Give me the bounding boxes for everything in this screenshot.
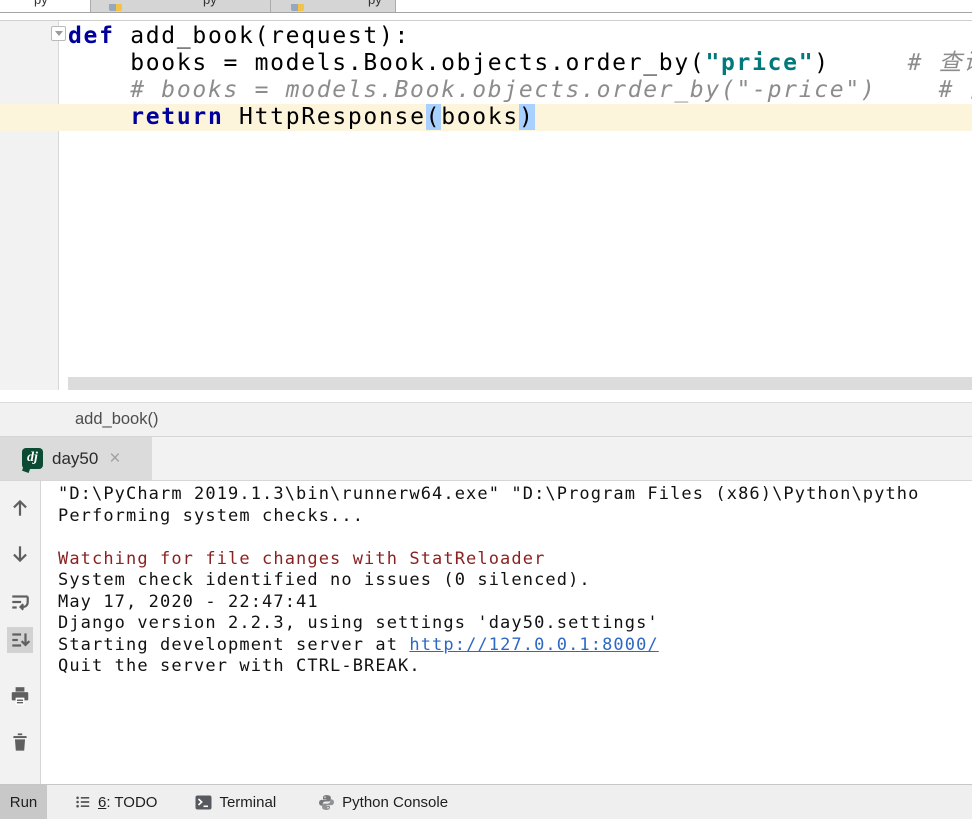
- pycharm-window: py py py def add_book(request): books = …: [0, 0, 972, 819]
- arrow-up-icon[interactable]: [7, 495, 33, 521]
- console-line: Starting development server at http://12…: [58, 635, 972, 657]
- console-line: Django version 2.2.3, using settings 'da…: [58, 613, 972, 635]
- run-console: "D:\PyCharm 2019.1.3\bin\runnerw64.exe" …: [0, 481, 972, 784]
- todo-label: 6: TODO: [98, 794, 157, 811]
- code-line: books = models.Book.objects.order_by("pr…: [0, 50, 972, 77]
- console-line: [58, 527, 972, 549]
- console-line: Watching for file changes with StatReloa…: [58, 549, 972, 571]
- code-area[interactable]: def add_book(request): books = models.Bo…: [0, 23, 972, 131]
- code-token: books: [441, 104, 519, 130]
- console-toolbar: [0, 481, 41, 784]
- console-line: May 17, 2020 - 22:47:41: [58, 592, 972, 614]
- python-file-icon: [291, 4, 304, 11]
- python-file-icon: [109, 4, 122, 11]
- editor-tab-bar: py py py: [0, 0, 972, 13]
- run-toolwindow-button[interactable]: Run: [0, 785, 47, 819]
- todo-list-icon: [75, 794, 91, 810]
- code-token: books = models.Book.objects.order_by(: [68, 50, 705, 76]
- keyword-token: return: [130, 104, 223, 130]
- run-tab-day50[interactable]: dj day50 ×: [0, 437, 152, 480]
- code-token: HttpResponse: [224, 104, 426, 130]
- console-text: Starting development server at: [58, 635, 409, 655]
- python-console-toolwindow-button[interactable]: Python Console: [318, 794, 448, 811]
- editor-tab-label: py: [368, 0, 382, 7]
- python-icon: [318, 794, 335, 811]
- code-token: ): [814, 50, 830, 76]
- editor-tab-2[interactable]: py: [90, 0, 271, 12]
- comment-token: # books = models.Book.objects.order_by("…: [68, 77, 972, 103]
- printer-icon[interactable]: [7, 683, 33, 709]
- breadcrumb[interactable]: add_book(): [75, 403, 972, 436]
- editor-tab-label: py: [34, 0, 48, 7]
- code-token: add_book(request):: [115, 23, 410, 49]
- fold-collapse-icon[interactable]: [51, 26, 66, 41]
- console-line: "D:\PyCharm 2019.1.3\bin\runnerw64.exe" …: [58, 484, 972, 506]
- close-icon[interactable]: ×: [109, 450, 120, 467]
- arrow-down-icon[interactable]: [7, 541, 33, 567]
- console-line: Quit the server with CTRL-BREAK.: [58, 656, 972, 678]
- terminal-toolwindow-button[interactable]: Terminal: [195, 794, 276, 811]
- keyword-token: def: [68, 23, 115, 49]
- editor-tab-3[interactable]: py: [270, 0, 396, 12]
- django-icon: dj: [22, 448, 43, 469]
- terminal-label: Terminal: [219, 794, 276, 811]
- code-line: def add_book(request):: [0, 23, 972, 50]
- trash-icon[interactable]: [7, 729, 33, 755]
- python-console-label: Python Console: [342, 794, 448, 811]
- breadcrumb-bar: add_book(): [0, 402, 972, 437]
- code-line: return HttpResponse(books): [0, 104, 972, 131]
- editor-horizontal-scrollbar[interactable]: [68, 377, 972, 390]
- matched-brace-token: ): [519, 104, 535, 130]
- code-editor[interactable]: def add_book(request): books = models.Bo…: [0, 21, 972, 390]
- console-line: System check identified no issues (0 sil…: [58, 570, 972, 592]
- status-bar: Run 6: TODO Terminal Python Console: [0, 784, 972, 819]
- console-output[interactable]: "D:\PyCharm 2019.1.3\bin\runnerw64.exe" …: [41, 481, 972, 784]
- scroll-to-end-icon[interactable]: [7, 627, 33, 653]
- console-line: Performing system checks...: [58, 506, 972, 528]
- code-line: # books = models.Book.objects.order_by("…: [0, 77, 972, 104]
- run-panel-tab-bar: dj day50 ×: [0, 437, 972, 481]
- run-tab-title: day50: [52, 449, 98, 469]
- matched-brace-token: (: [426, 104, 442, 130]
- code-token: [68, 104, 130, 130]
- editor-tab-1[interactable]: py: [0, 0, 90, 12]
- terminal-icon: [195, 794, 212, 811]
- server-url-link[interactable]: http://127.0.0.1:8000/: [409, 635, 658, 655]
- editor-tab-label: py: [203, 0, 217, 7]
- comment-token: # 查询: [830, 50, 972, 76]
- soft-wrap-icon[interactable]: [7, 589, 33, 615]
- todo-toolwindow-button[interactable]: 6: TODO: [75, 794, 157, 811]
- string-token: "price": [705, 50, 814, 76]
